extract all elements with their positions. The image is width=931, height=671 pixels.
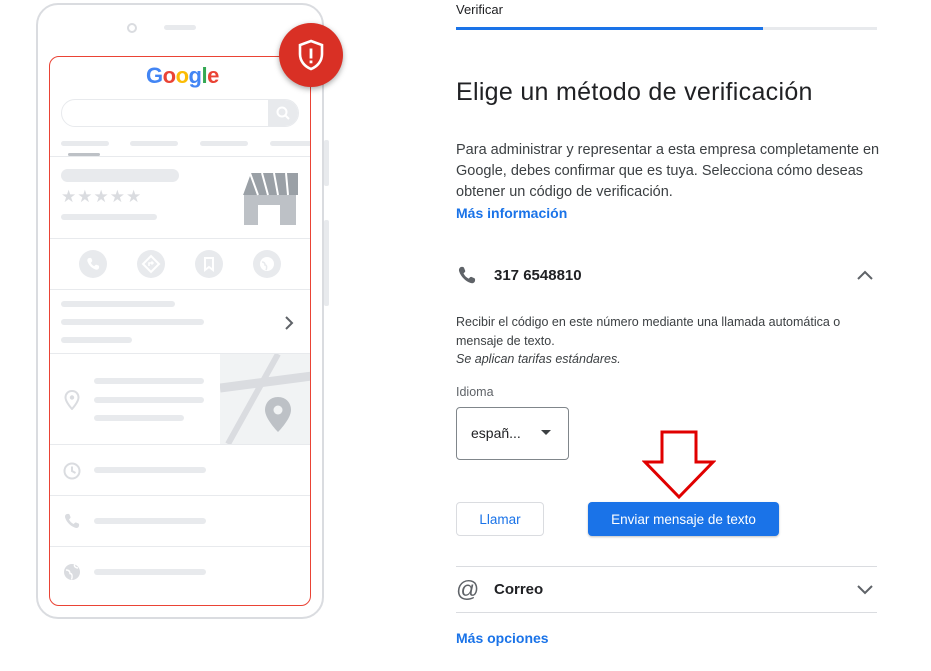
divider — [50, 546, 310, 547]
directions-icon — [141, 254, 161, 274]
phone-speaker — [164, 25, 196, 30]
phone-icon — [458, 266, 476, 284]
phone-number: 317 6548810 — [494, 267, 582, 284]
search-button-illustration — [268, 100, 298, 126]
phone-side-button — [324, 220, 329, 306]
text-placeholder — [61, 319, 204, 325]
text-placeholder — [94, 415, 184, 421]
divider — [50, 495, 310, 496]
search-bar-illustration — [61, 99, 299, 127]
text-placeholder — [94, 518, 206, 524]
mail-option-label: Correo — [494, 581, 544, 598]
location-pin-icon — [64, 390, 80, 410]
description: Para administrar y representar a esta em… — [456, 140, 886, 225]
description-text: Para administrar y representar a esta em… — [456, 142, 880, 200]
tab-placeholder — [200, 141, 248, 146]
phone-option-details: Recibir el código en este número mediant… — [456, 313, 876, 369]
step-label: Verificar — [456, 2, 503, 17]
chevron-right-icon — [285, 316, 294, 330]
language-value: españ... — [471, 425, 521, 441]
divider — [50, 289, 310, 290]
rating-stars: ★★★★★ — [61, 187, 143, 206]
save-action-illustration — [195, 250, 223, 278]
phone-icon — [65, 513, 80, 528]
tab-placeholder — [61, 141, 109, 146]
tab-placeholder — [130, 141, 178, 146]
phone-screen: Google ★★★★★ — [49, 56, 311, 606]
dropdown-arrow-icon — [541, 430, 551, 435]
language-select[interactable]: españ... — [456, 407, 569, 460]
phone-icon — [87, 257, 100, 270]
page-title: Elige un método de verificación — [456, 78, 813, 106]
call-button[interactable]: Llamar — [456, 502, 544, 536]
clock-icon — [63, 462, 81, 480]
map-illustration — [220, 354, 310, 444]
business-name-placeholder — [61, 169, 179, 182]
globe-icon — [64, 564, 80, 580]
globe-icon — [260, 257, 274, 271]
logo-letter: o — [175, 63, 189, 88]
more-options-link[interactable]: Más opciones — [456, 630, 549, 646]
business-category-placeholder — [61, 214, 157, 220]
divider — [456, 612, 877, 613]
text-placeholder — [61, 301, 175, 307]
phone-camera — [127, 23, 137, 33]
divider — [50, 238, 310, 239]
call-action-illustration — [79, 250, 107, 278]
search-icon — [276, 106, 290, 120]
text-placeholder — [94, 467, 206, 473]
directions-action-illustration — [137, 250, 165, 278]
shield-alert-icon — [298, 39, 324, 71]
logo-letter: e — [207, 63, 219, 88]
google-logo: Google — [146, 63, 219, 89]
verification-badge — [279, 23, 343, 87]
website-action-illustration — [253, 250, 281, 278]
text-placeholder — [94, 569, 206, 575]
storefront-icon — [241, 172, 298, 225]
phone-side-button — [324, 140, 329, 186]
logo-letter: o — [162, 63, 176, 88]
logo-letter: g — [188, 63, 202, 88]
chevron-up-icon[interactable] — [855, 268, 875, 282]
divider — [50, 444, 310, 445]
send-text-button[interactable]: Enviar mensaje de texto — [588, 502, 779, 536]
at-sign-icon: @ — [456, 576, 480, 602]
logo-letter: G — [146, 63, 163, 88]
progress-track — [456, 27, 877, 30]
language-label: Idioma — [456, 385, 494, 399]
tab-placeholder — [270, 141, 310, 146]
divider — [50, 156, 310, 157]
progress-fill — [456, 27, 764, 30]
more-info-link[interactable]: Más información — [456, 205, 567, 221]
phone-option-description: Recibir el código en este número mediant… — [456, 315, 841, 348]
rates-note: Se aplican tarifas estándares. — [456, 352, 621, 366]
text-placeholder — [61, 337, 132, 343]
down-arrow-annotation — [642, 430, 716, 500]
text-placeholder — [94, 397, 204, 403]
divider — [456, 566, 877, 567]
text-placeholder — [94, 378, 204, 384]
bookmark-icon — [204, 257, 214, 272]
chevron-down-icon[interactable] — [855, 583, 875, 597]
